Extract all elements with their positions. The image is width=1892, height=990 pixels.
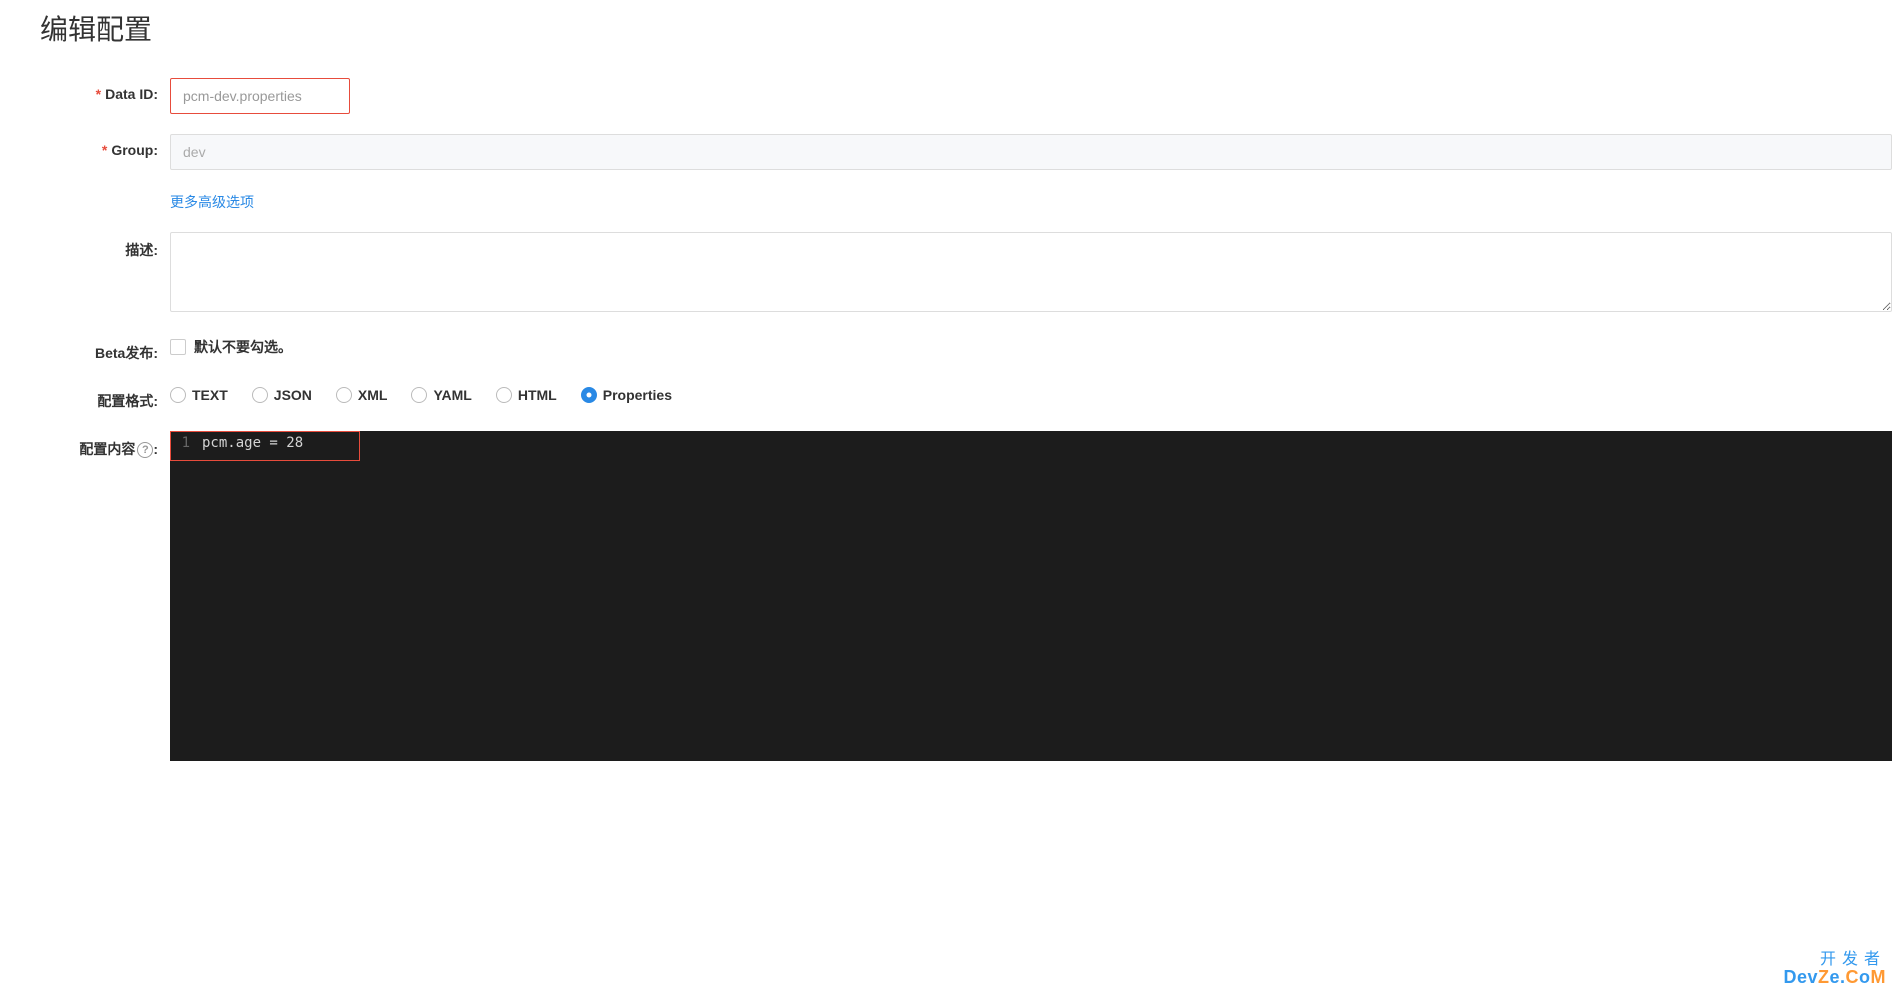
radio-circle-properties — [581, 387, 597, 403]
row-description: 描述: — [40, 232, 1892, 315]
label-data-id: *Data ID: — [40, 78, 170, 102]
radio-text[interactable]: TEXT — [170, 387, 228, 403]
code-line-1: 1 pcm.age = 28 — [170, 431, 1892, 455]
watermark: 开发者 DevZe.CoM — [1783, 952, 1886, 986]
row-more-options: 更多高级选项 — [40, 190, 1892, 212]
required-mark: * — [96, 86, 101, 102]
line-content: pcm.age = 28 — [198, 435, 303, 451]
row-data-id: *Data ID: — [40, 78, 1892, 114]
radio-properties[interactable]: Properties — [581, 387, 672, 403]
data-id-input[interactable] — [170, 78, 350, 114]
label-content: 配置内容?: — [40, 431, 170, 459]
more-options-link[interactable]: 更多高级选项 — [170, 190, 254, 212]
page-title: 编辑配置 — [40, 0, 1892, 48]
radio-label-text: TEXT — [192, 387, 228, 403]
radio-label-html: HTML — [518, 387, 557, 403]
help-icon[interactable]: ? — [137, 442, 153, 458]
radio-label-xml: XML — [358, 387, 388, 403]
group-input[interactable] — [170, 134, 1892, 170]
radio-json[interactable]: JSON — [252, 387, 312, 403]
row-beta: Beta发布: 默认不要勾选。 — [40, 335, 1892, 363]
format-radio-group: TEXT JSON XML YAML HTML — [170, 383, 1892, 403]
radio-circle-html — [496, 387, 512, 403]
label-beta: Beta发布: — [40, 335, 170, 363]
beta-checkbox[interactable] — [170, 339, 186, 355]
description-input[interactable] — [170, 232, 1892, 312]
row-group: *Group: — [40, 134, 1892, 170]
label-description: 描述: — [40, 232, 170, 260]
row-content: 配置内容?: 1 pcm.age = 28 — [40, 431, 1892, 761]
radio-label-json: JSON — [274, 387, 312, 403]
label-format: 配置格式: — [40, 383, 170, 411]
row-format: 配置格式: TEXT JSON XML YAML — [40, 383, 1892, 411]
radio-circle-xml — [336, 387, 352, 403]
radio-xml[interactable]: XML — [336, 387, 388, 403]
watermark-line2: DevZe.CoM — [1783, 968, 1886, 986]
radio-yaml[interactable]: YAML — [411, 387, 471, 403]
radio-circle-json — [252, 387, 268, 403]
radio-label-yaml: YAML — [433, 387, 471, 403]
line-number: 1 — [170, 435, 198, 451]
required-mark: * — [102, 142, 107, 158]
code-editor[interactable]: 1 pcm.age = 28 — [170, 431, 1892, 761]
label-text-data-id: Data ID: — [105, 86, 158, 102]
radio-circle-text — [170, 387, 186, 403]
radio-html[interactable]: HTML — [496, 387, 557, 403]
beta-checkbox-label: 默认不要勾选。 — [194, 337, 292, 357]
watermark-line1: 开发者 — [1783, 952, 1886, 968]
content-colon: : — [153, 441, 158, 457]
label-group: *Group: — [40, 134, 170, 158]
content-label-text: 配置内容 — [79, 441, 135, 457]
radio-label-properties: Properties — [603, 387, 672, 403]
label-text-group: Group: — [111, 142, 158, 158]
radio-circle-yaml — [411, 387, 427, 403]
